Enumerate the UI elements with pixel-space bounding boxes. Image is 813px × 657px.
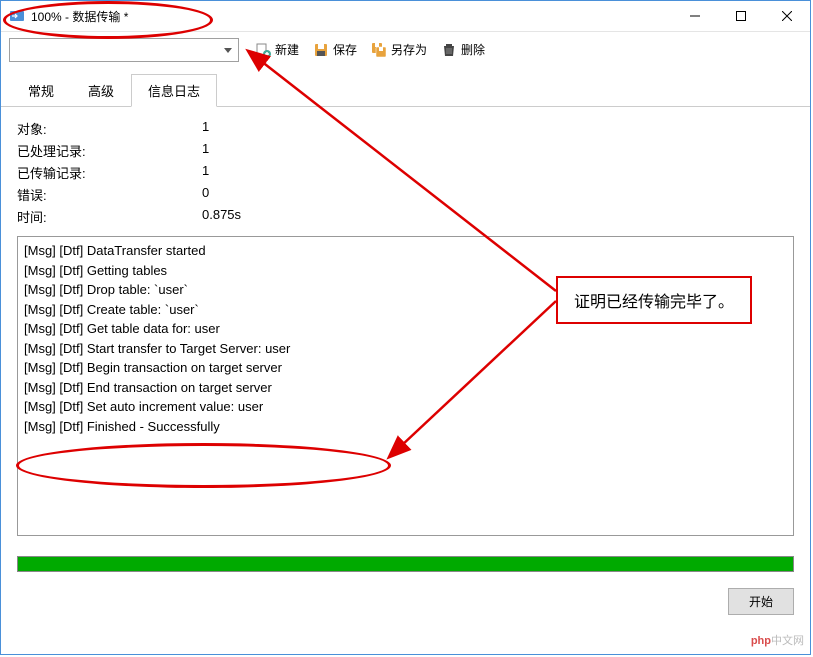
log-line: [Msg] [Dtf] Set auto increment value: us… <box>24 397 787 417</box>
minimize-button[interactable] <box>672 1 718 31</box>
start-button[interactable]: 开始 <box>728 588 794 615</box>
new-icon <box>255 42 271 58</box>
delete-label: 删除 <box>461 41 485 58</box>
stat-errors-value: 0 <box>202 185 209 204</box>
window-title: 100% - 数据传输 * <box>31 8 672 25</box>
annotation-note: 证明已经传输完毕了。 <box>556 276 752 324</box>
stat-transferred: 已传输记录: 1 <box>17 163 794 182</box>
stat-objects: 对象: 1 <box>17 119 794 138</box>
log-line: [Msg] [Dtf] DataTransfer started <box>24 241 787 261</box>
save-button[interactable]: 保存 <box>307 38 363 61</box>
app-window: 100% - 数据传输 * 新建 保存 另存为 删除 常规 高级 信息日志 <box>0 0 811 655</box>
toolbar: 新建 保存 另存为 删除 <box>1 31 810 67</box>
content-area: 对象: 1 已处理记录: 1 已传输记录: 1 错误: 0 时间: 0.875s… <box>1 107 810 548</box>
stat-transferred-label: 已传输记录: <box>17 163 202 182</box>
new-label: 新建 <box>275 41 299 58</box>
stat-processed: 已处理记录: 1 <box>17 141 794 160</box>
stat-objects-value: 1 <box>202 119 209 138</box>
footer: 开始 <box>1 580 810 623</box>
progress-wrap <box>1 548 810 580</box>
stats-block: 对象: 1 已处理记录: 1 已传输记录: 1 错误: 0 时间: 0.875s <box>17 119 794 226</box>
trash-icon <box>441 42 457 58</box>
stat-time-value: 0.875s <box>202 207 241 226</box>
titlebar: 100% - 数据传输 * <box>1 1 810 31</box>
stat-processed-label: 已处理记录: <box>17 141 202 160</box>
watermark-suffix: 中文网 <box>771 635 804 647</box>
stat-time: 时间: 0.875s <box>17 207 794 226</box>
log-line: [Msg] [Dtf] Finished - Successfully <box>24 417 787 437</box>
app-icon <box>9 8 25 24</box>
saveas-label: 另存为 <box>391 41 427 58</box>
window-controls <box>672 1 810 31</box>
close-button[interactable] <box>764 1 810 31</box>
tab-advanced[interactable]: 高级 <box>71 74 131 107</box>
tab-log[interactable]: 信息日志 <box>131 74 217 107</box>
saveas-icon <box>371 42 387 58</box>
stat-processed-value: 1 <box>202 141 209 160</box>
stat-objects-label: 对象: <box>17 119 202 138</box>
log-line: [Msg] [Dtf] Start transfer to Target Ser… <box>24 339 787 359</box>
stat-errors: 错误: 0 <box>17 185 794 204</box>
progress-bar <box>17 556 794 572</box>
tab-strip: 常规 高级 信息日志 <box>1 67 810 107</box>
delete-button[interactable]: 删除 <box>435 38 491 61</box>
maximize-button[interactable] <box>718 1 764 31</box>
new-button[interactable]: 新建 <box>249 38 305 61</box>
watermark: php中文网 <box>751 632 804 648</box>
stat-transferred-value: 1 <box>202 163 209 182</box>
watermark-prefix: php <box>751 635 771 647</box>
log-line: [Msg] [Dtf] End transaction on target se… <box>24 378 787 398</box>
stat-errors-label: 错误: <box>17 185 202 204</box>
stat-time-label: 时间: <box>17 207 202 226</box>
tab-general[interactable]: 常规 <box>11 74 71 107</box>
save-label: 保存 <box>333 41 357 58</box>
log-line: [Msg] [Dtf] Begin transaction on target … <box>24 358 787 378</box>
profile-dropdown[interactable] <box>9 38 239 62</box>
saveas-button[interactable]: 另存为 <box>365 38 433 61</box>
save-icon <box>313 42 329 58</box>
